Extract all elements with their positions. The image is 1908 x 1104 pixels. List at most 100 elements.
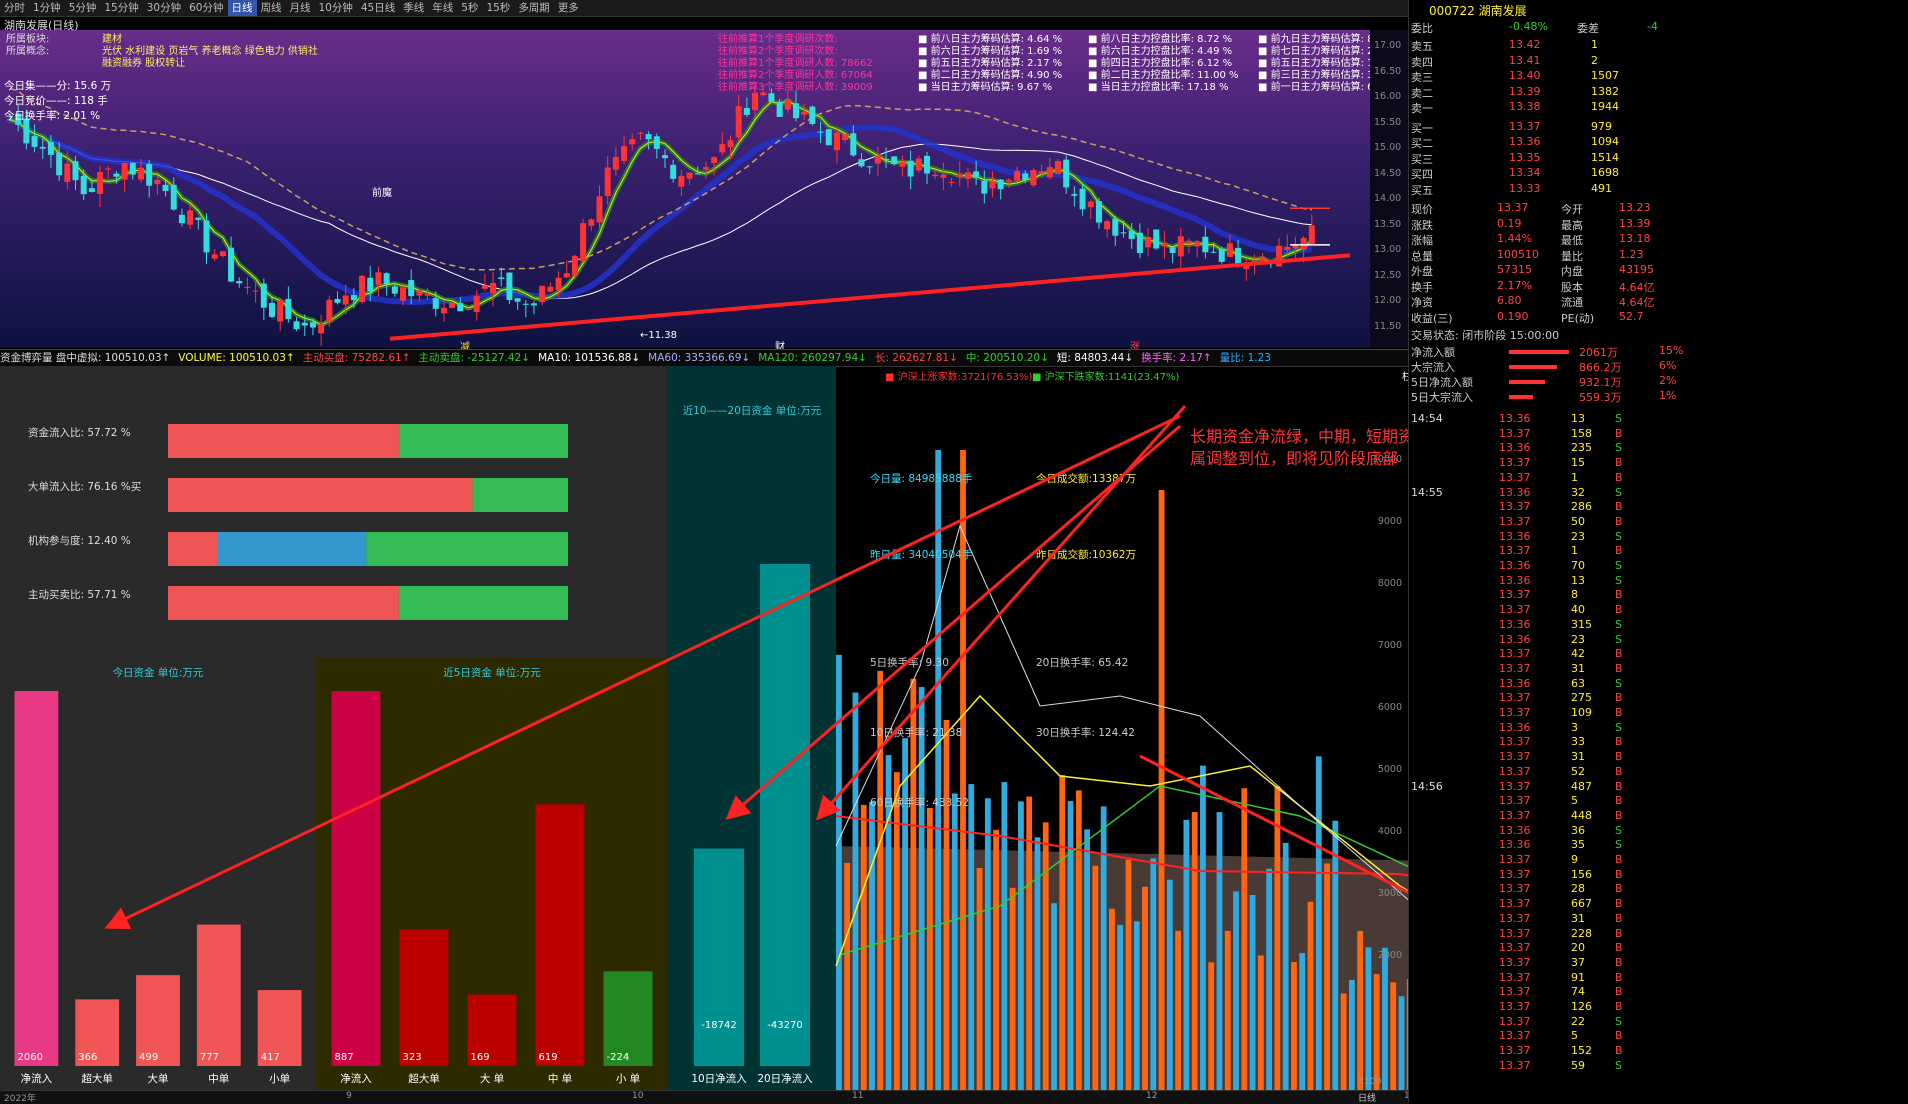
today-line-0: 今日集——分: 15.6 万 (4, 80, 112, 92)
tick-price-27: 13.37 (1499, 808, 1531, 822)
volume-axis-tick-3: 7000 (1378, 640, 1402, 651)
candle-body (891, 156, 898, 164)
volume-axis-tick-4: 6000 (1378, 702, 1402, 713)
volume-bar (951, 793, 958, 1090)
bid-qty-2: 1514 (1591, 150, 1619, 164)
candle-body (457, 303, 464, 312)
tick-side-31: B (1615, 867, 1623, 881)
fund-chart-title-0: 今日资金 单位:万元 (113, 666, 204, 679)
period-tab-4[interactable]: 30分钟 (143, 0, 185, 16)
period-tab-3[interactable]: 15分钟 (100, 0, 142, 16)
period-tab-5[interactable]: 60分钟 (185, 0, 227, 16)
tick-side-35: B (1615, 926, 1623, 940)
volume-bar (984, 798, 991, 1090)
fund-bar-label-0-0: 净流入 (21, 1072, 53, 1085)
volume-bar (1382, 947, 1388, 1090)
ratio-bar-rest-3 (398, 586, 568, 620)
tick-side-37: B (1615, 955, 1623, 969)
tick-price-37: 13.37 (1499, 955, 1531, 969)
candle-body (1186, 240, 1192, 243)
bid-qty-0: 979 (1591, 119, 1612, 133)
candle-body (432, 298, 439, 309)
volume-label-2: 昨日量: 34040504手 (870, 548, 972, 561)
stat-value-5: 2.17% (1497, 278, 1532, 292)
flow-pct-3: 1% (1659, 389, 1677, 402)
fund-bar-label-0-3: 中单 (208, 1072, 229, 1085)
candle-body (1153, 229, 1160, 249)
period-tab-11[interactable]: 季线 (399, 0, 428, 16)
candle-body (1030, 170, 1037, 186)
candle-body (260, 283, 267, 308)
fund-bar-label-0-4: 小单 (269, 1073, 290, 1085)
candle-body (473, 295, 480, 312)
bid-label-2: 买三 (1411, 152, 1433, 166)
tick-qty-3: 15 (1571, 456, 1585, 470)
tick-price-43: 13.37 (1499, 1044, 1531, 1058)
volume-bar (1233, 891, 1239, 1090)
period-tab-6[interactable]: 日线 (227, 0, 257, 16)
candle-body (244, 286, 251, 288)
tick-qty-15: 23 (1571, 632, 1585, 646)
price-tick-10: 12.00 (1374, 295, 1402, 306)
period-tab-7[interactable]: 周线 (257, 0, 286, 16)
bottom-right-period[interactable]: 日线 (1358, 1091, 1376, 1104)
tick-price-7: 13.37 (1499, 514, 1531, 528)
tick-qty-35: 228 (1571, 926, 1592, 940)
candle-body (964, 172, 971, 179)
tick-qty-29: 35 (1571, 838, 1585, 852)
volume-bar (910, 678, 917, 1090)
flow-pct-2: 2% (1659, 374, 1677, 387)
volume-label-5: 20日换手率: 65.42 (1036, 656, 1128, 669)
ask-qty-1: 2 (1591, 53, 1598, 67)
volume-bar (1125, 859, 1132, 1090)
candle-body (1071, 193, 1078, 196)
stat-value-6: 6.80 (1497, 294, 1522, 307)
fund-bar-label-1-2: 大 单 (480, 1072, 504, 1085)
stat-value-3: 100510 (1497, 247, 1539, 261)
period-tab-16[interactable]: 更多 (554, 0, 583, 16)
volume-legend-down: ■ 沪深下跌家数:1141(23.47%) (1032, 370, 1179, 383)
tick-qty-11: 13 (1571, 573, 1585, 587)
candle-body (350, 295, 357, 301)
period-tab-10[interactable]: 45日线 (357, 0, 399, 16)
tick-qty-12: 8 (1571, 588, 1578, 602)
candle-body (219, 251, 226, 256)
candle-body (56, 152, 63, 176)
tick-qty-14: 315 (1571, 617, 1592, 631)
volume-bar (1075, 790, 1082, 1090)
candle-body (973, 171, 980, 178)
kline-chart[interactable]: 所属板块: 建材 所属概念: 光伏 水利建设 页岩气 养老概念 绿色电力 供销社 融资融… (0, 30, 1673, 353)
flow-label-3: 5日大宗流入 (1411, 391, 1473, 404)
ask-label-1: 卖四 (1411, 55, 1433, 69)
candle-body (211, 254, 218, 259)
period-tab-15[interactable]: 多周期 (514, 0, 554, 16)
stat-label2-0: 今开 (1561, 203, 1583, 216)
volume-bar (1158, 490, 1165, 1090)
period-tab-0[interactable]: 分时 (0, 0, 29, 16)
tick-price-20: 13.37 (1499, 706, 1531, 719)
volume-bar (1398, 996, 1405, 1090)
tick-price-44: 13.37 (1499, 1058, 1531, 1072)
candle-body (105, 168, 112, 170)
volume-bar (1117, 924, 1124, 1090)
tick-qty-36: 20 (1571, 941, 1585, 955)
candle-body (637, 132, 644, 134)
candle-body (1112, 218, 1119, 236)
candle-body (146, 163, 153, 186)
stock-code-name: 000722 湖南发展 (1429, 4, 1527, 18)
bid-price-4: 13.33 (1509, 181, 1541, 195)
period-tab-9[interactable]: 10分钟 (315, 0, 357, 16)
indicator-item-2: 主动买盘: 75282.61↑ (302, 352, 411, 364)
tick-qty-27: 448 (1571, 808, 1592, 822)
tick-price-3: 13.37 (1499, 456, 1531, 470)
period-tab-2[interactable]: 5分钟 (65, 0, 101, 16)
period-tab-13[interactable]: 5秒 (457, 0, 482, 16)
period-tab-12[interactable]: 年线 (428, 0, 457, 16)
tick-qty-6: 286 (1571, 500, 1592, 514)
period-tab-14[interactable]: 15秒 (482, 0, 514, 16)
tick-time-0: 14:54 (1411, 412, 1443, 425)
period-tab-8[interactable]: 月线 (286, 0, 315, 16)
period-tab-1[interactable]: 1分钟 (29, 0, 65, 16)
bid-label-0: 买一 (1411, 121, 1433, 135)
price-tick-2: 16.00 (1374, 91, 1402, 102)
